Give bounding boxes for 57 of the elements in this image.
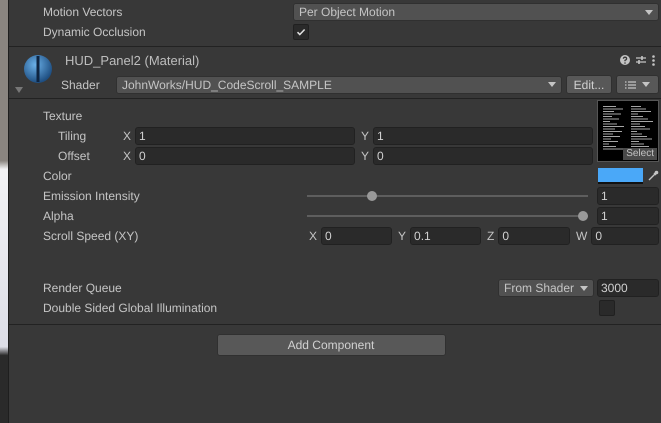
texture-thumbnail[interactable]: Select: [597, 100, 659, 162]
select-button[interactable]: Select: [623, 148, 657, 160]
axis-label: X: [309, 229, 318, 243]
property-label: Alpha: [43, 209, 75, 223]
dropdown[interactable]: Per Object Motion: [293, 3, 659, 21]
add-component-button[interactable]: Add Component: [216, 334, 446, 356]
number-field[interactable]: 1: [373, 127, 593, 145]
axis-label: Y: [361, 129, 370, 143]
number-field[interactable]: 0: [498, 227, 570, 245]
property-label: Double Sided Global Illumination: [43, 301, 218, 315]
slider-thumb[interactable]: [578, 211, 588, 221]
number-field[interactable]: 0: [135, 147, 355, 165]
axis-label: Y: [361, 149, 370, 163]
shader-label: Shader: [61, 78, 101, 92]
property-label: Scroll Speed (XY): [43, 229, 140, 243]
render-queue-dropdown[interactable]: From Shader: [498, 279, 594, 297]
checkbox[interactable]: [599, 300, 615, 316]
fold-triangle-icon[interactable]: [15, 87, 23, 93]
edit-button[interactable]: Edit...: [566, 75, 612, 94]
property-label: Offset: [58, 149, 91, 163]
number-field[interactable]: 0: [373, 147, 593, 165]
color-swatch[interactable]: [598, 168, 643, 184]
property-label: Texture: [43, 109, 84, 123]
caret-icon: [580, 286, 588, 290]
axis-label: Z: [487, 229, 494, 243]
caret-icon: [548, 82, 556, 87]
number-field[interactable]: 3000: [597, 279, 659, 297]
checkbox[interactable]: [293, 24, 309, 40]
material-sphere-icon: [23, 54, 53, 84]
list-menu-button[interactable]: [616, 75, 659, 94]
axis-label: Y: [398, 229, 406, 243]
material-title: HUD_Panel2 (Material): [64, 52, 200, 68]
more-options-icon[interactable]: [652, 54, 655, 66]
property-label: Emission Intensity: [43, 189, 141, 203]
number-field[interactable]: 0: [321, 227, 392, 245]
property-label: Color: [43, 169, 73, 183]
number-field[interactable]: 1: [597, 207, 659, 225]
number-field[interactable]: 0: [591, 227, 659, 245]
caret-icon: [642, 82, 650, 87]
property-label: Motion Vectors: [43, 5, 124, 19]
axis-label: X: [123, 129, 132, 143]
checkmark-icon: [296, 27, 306, 37]
number-field[interactable]: 0.1: [410, 227, 481, 245]
property-label: Dynamic Occlusion: [43, 25, 147, 39]
list-icon: [625, 80, 636, 88]
eyedropper-icon[interactable]: [647, 170, 659, 182]
slider-thumb[interactable]: [366, 191, 377, 201]
caret-icon: [645, 10, 653, 14]
axis-label: X: [123, 149, 132, 163]
settings-sliders-icon[interactable]: [636, 55, 646, 65]
shader-dropdown[interactable]: JohnWorks/HUD_CodeScroll_SAMPLE: [116, 76, 562, 94]
help-icon[interactable]: [620, 55, 630, 65]
axis-label: W: [576, 229, 588, 243]
property-label: Tiling: [58, 129, 88, 143]
number-field[interactable]: 1: [135, 127, 355, 145]
property-label: Render Queue: [43, 281, 123, 295]
number-field[interactable]: 1: [597, 187, 659, 205]
